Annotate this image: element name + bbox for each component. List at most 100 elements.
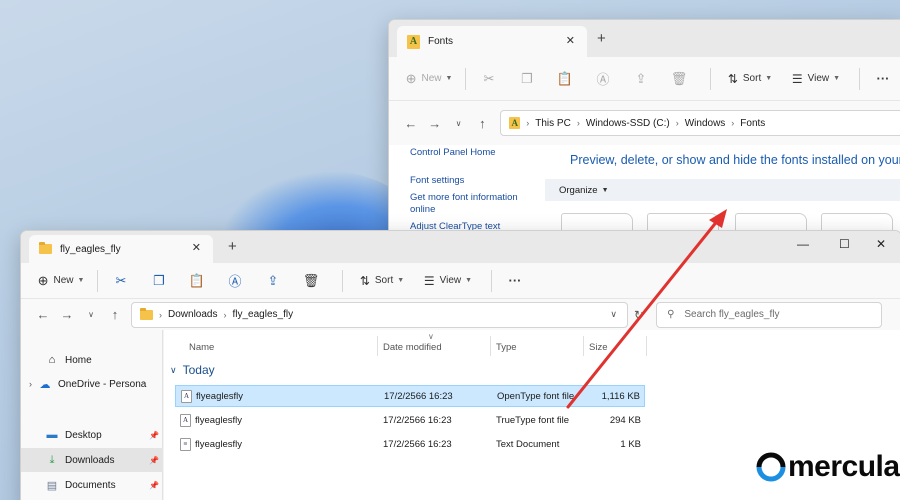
copy-icon[interactable]: ❐ [144, 273, 174, 289]
organize-button[interactable]: Organize [559, 185, 598, 196]
cut-icon[interactable]: ✂ [106, 273, 136, 289]
maximize-icon[interactable]: ☐ [839, 237, 850, 251]
address-dropdown-icon[interactable]: ∨ [610, 309, 617, 320]
delete-icon[interactable]: 🗑 [296, 273, 326, 289]
copy-icon[interactable]: ❐ [512, 71, 542, 87]
group-header-today[interactable]: ∨ Today [170, 363, 215, 377]
breadcrumb-item[interactable]: This PC [535, 118, 571, 129]
sort-icon: ⇅ [359, 273, 370, 288]
refresh-icon[interactable]: ↻ [634, 308, 644, 322]
fonts-toolbar: ⊕ New ▼ ✂ ❐ 📋 Ⓐ ⇪ 🗑 ⇅ Sort ▼ ☰ View ▼ ··· [389, 57, 900, 101]
close-window-icon[interactable]: ✕ [876, 237, 886, 251]
cut-icon[interactable]: ✂ [474, 71, 504, 87]
pin-icon: 📌 [149, 430, 159, 440]
pin-icon: 📌 [149, 455, 159, 465]
chevron-right-icon[interactable]: › [29, 379, 32, 389]
cloud-icon: ☁ [39, 378, 51, 391]
view-icon: ☰ [791, 71, 803, 86]
file-row[interactable]: A flyeaglesfly 17/2/2566 16:23 OpenType … [175, 385, 645, 407]
paste-icon[interactable]: 📋 [182, 273, 212, 289]
logo-text: mercular. [788, 450, 900, 483]
logo-mark-icon [756, 452, 786, 482]
fonts-heading: Preview, delete, or show and hide the fo… [570, 153, 900, 167]
new-button[interactable]: ⊕ New ▼ [33, 266, 89, 296]
fonts-folder-icon: A [509, 117, 521, 129]
file-row[interactable]: ≡ flyeaglesfly 17/2/2566 16:23 Text Docu… [175, 433, 645, 455]
font-file-icon: A [180, 413, 191, 427]
sort-button[interactable]: ⇅ Sort ▼ [351, 266, 413, 296]
control-panel-home-link[interactable]: Control Panel Home [410, 147, 530, 159]
sidebar-item-downloads[interactable]: ⤓ Downloads 📌 [21, 448, 163, 472]
sort-label: Sort [374, 275, 394, 286]
download-icon: ⤓ [49, 453, 55, 466]
breadcrumb-item[interactable]: fly_eagles_fly [232, 309, 293, 320]
delete-icon[interactable]: 🗑 [664, 71, 694, 87]
recent-locations-icon[interactable]: ∨ [447, 119, 471, 128]
up-arrow-icon[interactable]: ↑ [103, 307, 127, 322]
column-divider [646, 336, 647, 356]
rename-icon[interactable]: Ⓐ [588, 69, 618, 88]
toolbar-divider [465, 67, 466, 90]
new-tab-icon[interactable]: + [597, 30, 606, 47]
close-tab-icon[interactable]: ✕ [566, 34, 575, 47]
column-header-type[interactable]: Type [496, 342, 517, 353]
font-file-icon: A [181, 389, 192, 403]
file-name: flyeaglesfly [195, 438, 242, 450]
folder-icon [39, 242, 52, 254]
forward-arrow-icon[interactable]: → [423, 116, 447, 131]
sidebar-item-home[interactable]: ⌂ Home [21, 348, 163, 372]
downloads-tab[interactable]: fly_eagles_fly ✕ [29, 235, 213, 263]
sort-button[interactable]: ⇅ Sort ▼ [719, 64, 781, 94]
search-input[interactable]: ⚲ Search fly_eagles_fly [656, 301, 883, 328]
more-options-icon[interactable]: ··· [868, 71, 898, 86]
fonts-tab[interactable]: A Fonts ✕ [397, 26, 587, 57]
new-tab-icon[interactable]: + [228, 238, 237, 255]
group-label: Today [182, 363, 215, 377]
font-info-link[interactable]: Get more font information online [410, 192, 530, 216]
new-button[interactable]: ⊕ New ▼ [401, 64, 457, 94]
file-size: 1 KB [620, 438, 641, 450]
home-icon: ⌂ [48, 354, 56, 366]
column-divider [490, 336, 491, 356]
desktop-icon: ▬ [46, 429, 58, 441]
recent-locations-icon[interactable]: ∨ [79, 310, 103, 319]
view-button[interactable]: ☰ View ▼ [413, 266, 483, 296]
share-icon[interactable]: ⇪ [626, 71, 656, 87]
forward-arrow-icon[interactable]: → [55, 307, 79, 322]
breadcrumb-separator: › [223, 309, 227, 320]
downloads-address-bar[interactable]: › Downloads › fly_eagles_fly ∨ [131, 301, 628, 328]
file-size: 294 KB [609, 414, 641, 426]
up-arrow-icon[interactable]: ↑ [470, 116, 494, 131]
column-header-size[interactable]: Size [589, 342, 607, 353]
close-tab-icon[interactable]: ✕ [192, 241, 201, 254]
minimize-icon[interactable]: — [797, 237, 809, 251]
font-settings-link[interactable]: Font settings [410, 175, 530, 187]
more-options-icon[interactable]: ··· [500, 273, 530, 288]
file-type: Text Document [496, 438, 560, 450]
sidebar-item-desktop[interactable]: ▬ Desktop 📌 [21, 423, 163, 447]
sidebar-item-label: Desktop [65, 429, 102, 441]
paste-icon[interactable]: 📋 [550, 71, 580, 87]
column-header-name[interactable]: Name [189, 342, 214, 353]
back-arrow-icon[interactable]: ← [399, 116, 423, 131]
folder-icon [140, 307, 153, 320]
breadcrumb-item[interactable]: Windows-SSD (C:) [586, 118, 670, 129]
share-icon[interactable]: ⇪ [258, 273, 288, 289]
sidebar-item-label: Home [65, 354, 92, 366]
mercular-logo: mercular. [750, 448, 900, 486]
file-row[interactable]: A flyeaglesfly 17/2/2566 16:23 TrueType … [175, 409, 645, 431]
sidebar-item-documents[interactable]: ▤ Documents 📌 [21, 473, 163, 497]
fonts-address-bar[interactable]: A › This PC › Windows-SSD (C:) › Windows… [500, 110, 900, 136]
downloads-tabbar: fly_eagles_fly ✕ + — ☐ ✕ [21, 231, 900, 263]
new-label: New [421, 73, 442, 84]
rename-icon[interactable]: Ⓐ [220, 271, 250, 290]
breadcrumb-item[interactable]: Downloads [168, 309, 217, 320]
column-header-date[interactable]: Date modified [383, 342, 442, 353]
column-divider [377, 336, 378, 356]
chevron-down-icon: ∨ [170, 364, 177, 375]
sidebar-item-onedrive[interactable]: › ☁ OneDrive - Persona [21, 372, 163, 396]
breadcrumb-item[interactable]: Fonts [740, 118, 765, 129]
back-arrow-icon[interactable]: ← [31, 307, 55, 322]
view-button[interactable]: ☰ View ▼ [781, 64, 851, 94]
breadcrumb-item[interactable]: Windows [685, 118, 726, 129]
